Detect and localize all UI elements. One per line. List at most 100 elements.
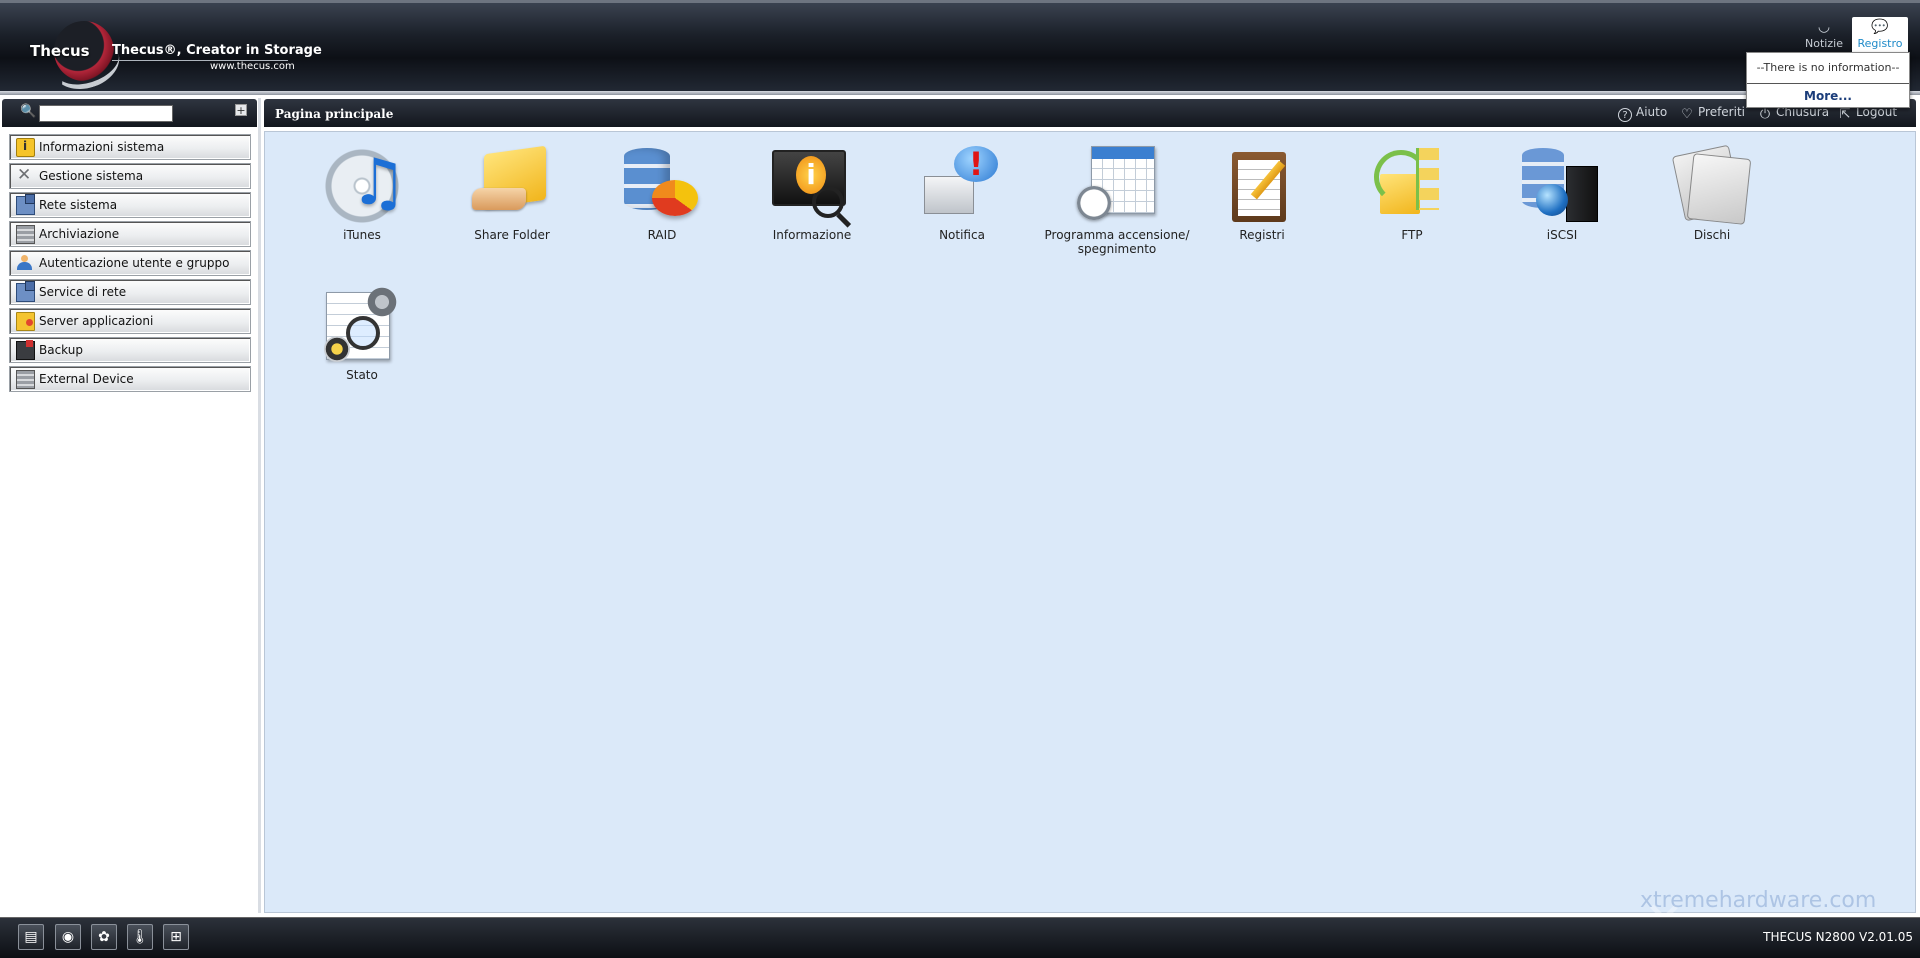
app-informazione[interactable]: Informazione (737, 146, 887, 242)
app-label: Registri (1239, 228, 1285, 242)
app-label: iSCSI (1546, 228, 1578, 242)
app-share-folder[interactable]: Share Folder (437, 146, 587, 242)
app-label: Share Folder (474, 228, 550, 242)
app-label: Notifica (939, 228, 985, 242)
add-icon[interactable]: + (235, 104, 247, 116)
app-programma-accensione[interactable]: Programma accensione/ spegnimento (1037, 146, 1197, 256)
tab-notizie[interactable]: ◡ Notizie (1796, 17, 1852, 53)
app-ftp[interactable]: FTP (1337, 146, 1487, 242)
globe-icon (1536, 184, 1568, 216)
sidebar-menu: Informazioni sistema Gestione sistema Re… (9, 134, 251, 395)
help-icon: ? (1618, 108, 1632, 122)
notification-icon (922, 146, 1002, 226)
registro-message: --There is no information-- (1747, 53, 1909, 84)
storage-icon (16, 225, 35, 244)
sidebar-item-label: Gestione sistema (39, 169, 144, 183)
app-raid[interactable]: RAID (587, 146, 737, 242)
heart-icon: ♡ (1681, 107, 1693, 122)
watermark: xtremehardware.com (1640, 888, 1877, 913)
app-label: FTP (1401, 228, 1423, 242)
power-icon: ⏻ (1759, 107, 1771, 122)
sidebar-item-label: Autenticazione utente e gruppo (39, 256, 230, 270)
temperature-tray-icon[interactable]: 🌡 (127, 924, 153, 950)
brand-name: Thecus (30, 42, 90, 60)
tools-icon (16, 165, 33, 185)
logs-icon (1222, 146, 1302, 226)
registro-popup: --There is no information-- More... (1746, 52, 1910, 108)
schedule-icon (1077, 146, 1157, 226)
top-header: Thecus Thecus®, Creator in Storage www.t… (0, 0, 1920, 98)
speech-bubble-icon: 💬 (1871, 19, 1889, 35)
brand-tagline: Thecus®, Creator in Storage (112, 43, 322, 58)
network-tray-icon[interactable]: ⊞ (163, 924, 189, 950)
sidebar-item-label: External Device (39, 372, 134, 386)
thecus-logo: Thecus Thecus®, Creator in Storage www.t… (24, 21, 322, 98)
app-stato[interactable]: Stato (287, 286, 437, 382)
logout-icon: ⇱ (1839, 107, 1851, 122)
app-notifica[interactable]: Notifica (887, 146, 1037, 242)
fan-tray-icon[interactable]: ✿ (91, 924, 117, 950)
app-desktop: iTunes Share Folder RAID Informazione No… (264, 131, 1916, 913)
app-itunes[interactable]: iTunes (287, 146, 437, 242)
taskbar: ▤ ◉ ✿ 🌡 ⊞ THECUS N2800 V2.01.05 (0, 917, 1920, 958)
tab-notizie-label: Notizie (1805, 37, 1843, 50)
sidebar-item-archiviazione[interactable]: Archiviazione (9, 221, 251, 247)
sidebar-item-label: Informazioni sistema (39, 140, 165, 154)
network-icon (16, 194, 35, 215)
pencil-icon (1250, 160, 1286, 200)
app-label: Informazione (772, 228, 852, 242)
app-label: iTunes (343, 228, 381, 242)
sidebar: 🔍 + Informazioni sistema Gestione sistem… (0, 98, 261, 913)
information-icon (772, 146, 852, 226)
help-label: Aiuto (1636, 105, 1668, 119)
sidebar-item-server-applicazioni[interactable]: Server applicazioni (9, 308, 251, 334)
share-folder-icon (472, 146, 552, 226)
film-reel-icon (324, 336, 350, 362)
search-icon: 🔍 (20, 104, 37, 119)
info-icon (16, 138, 35, 157)
sidebar-search-bar: 🔍 + (2, 99, 257, 127)
sidebar-item-service-di-rete[interactable]: Service di rete (9, 279, 251, 305)
sidebar-item-informazioni-sistema[interactable]: Informazioni sistema (9, 134, 251, 160)
page-title: Pagina principale (275, 107, 394, 121)
storage-tray-icon[interactable]: ▤ (18, 924, 44, 950)
app-dischi[interactable]: Dischi (1637, 146, 1787, 242)
sidebar-item-backup[interactable]: Backup (9, 337, 251, 363)
favorites-button[interactable]: ♡ Preferiti (1680, 105, 1745, 122)
sidebar-item-external-device[interactable]: External Device (9, 366, 251, 392)
app-folder-icon (16, 312, 35, 331)
sidebar-item-rete-sistema[interactable]: Rete sistema (9, 192, 251, 218)
app-registri[interactable]: Registri (1187, 146, 1337, 242)
favorites-label: Preferiti (1698, 105, 1745, 119)
firmware-version: THECUS N2800 V2.01.05 (1763, 930, 1913, 944)
tab-registro-label: Registro (1857, 37, 1903, 50)
itunes-icon (322, 146, 407, 226)
app-label: RAID (647, 228, 677, 242)
disk-tray-icon[interactable]: ◉ (55, 924, 81, 950)
magnifier-icon (346, 316, 380, 350)
magnifier-icon (812, 186, 844, 218)
ftp-icon (1372, 146, 1452, 226)
sidebar-item-autenticazione[interactable]: Autenticazione utente e gruppo (9, 250, 251, 276)
main-titlebar: Pagina principale ? Aiuto ♡ Preferiti ⏻ Chi… (264, 99, 1916, 127)
app-label: Dischi (1693, 228, 1731, 242)
main-panel: Pagina principale ? Aiuto ♡ Preferiti ⏻ Chi… (264, 98, 1920, 913)
app-iscsi[interactable]: iSCSI (1487, 146, 1637, 242)
iscsi-icon (1522, 146, 1602, 226)
sidebar-item-gestione-sistema[interactable]: Gestione sistema (9, 163, 251, 189)
help-button[interactable]: ? Aiuto (1618, 105, 1667, 122)
registro-more-link[interactable]: More... (1747, 86, 1909, 106)
sidebar-item-label: Rete sistema (39, 198, 118, 212)
sidebar-item-label: Service di rete (39, 285, 127, 299)
tab-registro[interactable]: 💬 Registro (1852, 17, 1908, 55)
search-input[interactable] (39, 105, 173, 122)
app-label: Programma accensione/ spegnimento (1044, 228, 1190, 256)
backup-icon (16, 340, 35, 360)
sidebar-item-label: Archiviazione (39, 227, 120, 241)
sidebar-item-label: Backup (39, 343, 83, 357)
arrow-icon (1374, 150, 1428, 204)
network-service-icon (16, 281, 35, 302)
app-label: Stato (346, 368, 378, 382)
external-device-icon (16, 370, 35, 389)
sidebar-item-label: Server applicazioni (39, 314, 154, 328)
